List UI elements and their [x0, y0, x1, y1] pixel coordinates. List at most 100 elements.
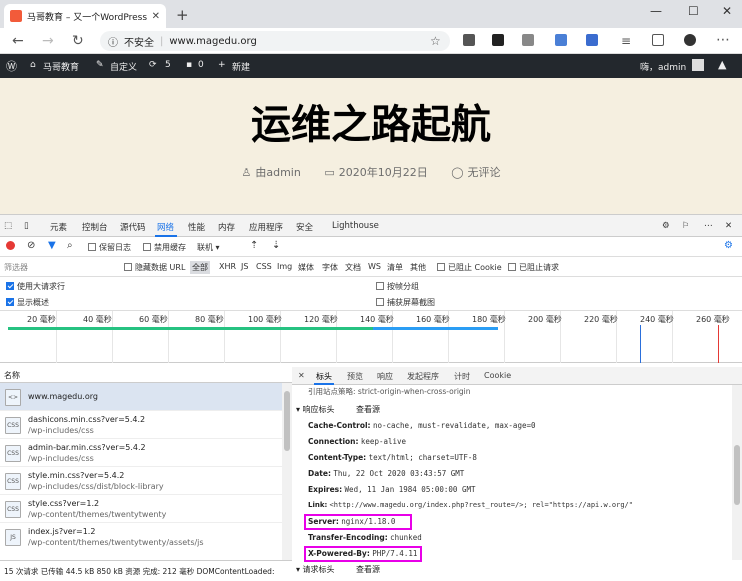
- tab-response[interactable]: 响应: [377, 371, 393, 382]
- request-row[interactable]: CSS admin-bar.min.css?ver=5.4.2 /wp-incl…: [0, 439, 282, 467]
- search-icon[interactable]: ⌕: [67, 240, 73, 251]
- export-har-icon[interactable]: ⇣: [272, 240, 280, 251]
- request-list-scrollbar[interactable]: [282, 383, 292, 560]
- hide-data-url-checkbox[interactable]: 隐藏数据 URL: [124, 262, 185, 273]
- tab-sources[interactable]: 源代码: [120, 221, 146, 233]
- group-by-frame-checkbox[interactable]: 按帧分组: [376, 281, 419, 292]
- preserve-log-checkbox[interactable]: 保留日志: [88, 242, 131, 253]
- network-settings-icon[interactable]: ⚙: [724, 240, 733, 251]
- filter-type-all[interactable]: 全部: [190, 261, 210, 274]
- forward-icon[interactable]: →: [42, 33, 54, 49]
- request-row[interactable]: JS index.js?ver=1.2 /wp-content/themes/t…: [0, 523, 282, 551]
- request-row[interactable]: CSS style.min.css?ver=5.4.2 /wp-includes…: [0, 467, 282, 495]
- reload-icon[interactable]: ↻: [72, 33, 84, 49]
- wordpress-logo-icon[interactable]: Ⓦ: [6, 58, 17, 74]
- profile-avatar[interactable]: [684, 34, 696, 46]
- filter-type-font[interactable]: 字体: [322, 262, 338, 273]
- tab-memory[interactable]: 内存: [218, 221, 235, 233]
- record-icon[interactable]: [6, 241, 15, 250]
- inspect-icon[interactable]: ⬚: [4, 221, 12, 231]
- browser-tab[interactable]: 马哥教育 – 又一个WordPress站点 ✕: [4, 4, 166, 28]
- scrollbar-thumb[interactable]: [284, 391, 290, 451]
- updates-icon[interactable]: ⟳: [149, 60, 157, 70]
- tab-console[interactable]: 控制台: [82, 221, 108, 233]
- request-row[interactable]: <> www.magedu.org: [0, 383, 282, 411]
- tab-headers[interactable]: 标头: [316, 371, 332, 382]
- updates-count[interactable]: 5: [165, 60, 171, 70]
- comments-count[interactable]: 0: [198, 60, 204, 70]
- brush-icon[interactable]: ✎: [96, 60, 104, 70]
- plus-icon[interactable]: +: [218, 60, 226, 70]
- tab-lighthouse[interactable]: Lighthouse: [332, 221, 379, 231]
- tab-application[interactable]: 应用程序: [249, 221, 283, 233]
- view-source-link-2[interactable]: 查看源: [356, 564, 380, 575]
- filter-input[interactable]: 筛选器: [4, 262, 114, 274]
- filter-icon[interactable]: ▼: [48, 240, 56, 251]
- detail-scrollbar[interactable]: [732, 385, 742, 560]
- filter-type-doc[interactable]: 文档: [345, 262, 361, 273]
- throttle-select[interactable]: 联机 ▾: [197, 242, 220, 253]
- comments-meta[interactable]: ◯ 无评论: [451, 166, 500, 179]
- close-detail-icon[interactable]: ✕: [298, 371, 305, 380]
- filter-type-media[interactable]: 媒体: [298, 262, 314, 273]
- feedback-icon[interactable]: ⚐: [682, 221, 690, 231]
- network-overview-timeline[interactable]: 20 毫秒 40 毫秒 60 毫秒 80 毫秒 100 毫秒 120 毫秒 14…: [0, 311, 742, 363]
- view-source-link[interactable]: 查看源: [356, 404, 380, 415]
- maximize-icon[interactable]: ☐: [688, 4, 699, 18]
- tab-cookies[interactable]: Cookie: [484, 371, 511, 380]
- extension-icon[interactable]: [492, 34, 504, 46]
- filter-type-ws[interactable]: WS: [368, 262, 381, 271]
- tab-elements[interactable]: 元素: [50, 221, 67, 233]
- tab-preview[interactable]: 预览: [347, 371, 363, 382]
- info-icon[interactable]: ⓘ: [108, 34, 118, 49]
- tab-timing[interactable]: 计时: [454, 371, 470, 382]
- scrollbar-thumb[interactable]: [734, 445, 740, 505]
- disable-cache-checkbox[interactable]: 禁用缓存: [143, 242, 186, 253]
- extension-icon[interactable]: [463, 34, 475, 46]
- filter-type-css[interactable]: CSS: [256, 262, 272, 271]
- site-name-link[interactable]: 马哥教育: [43, 60, 79, 73]
- home-icon[interactable]: ⌂: [30, 60, 36, 70]
- extension-icon[interactable]: [522, 34, 534, 46]
- capture-screenshots-checkbox[interactable]: 捕获屏幕截图: [376, 297, 435, 308]
- favorite-star-icon[interactable]: ☆: [430, 34, 441, 48]
- list-header[interactable]: 名称: [0, 367, 292, 383]
- settings-gear-icon[interactable]: ⚙: [662, 221, 670, 231]
- blocked-requests-checkbox[interactable]: 已阻止请求: [508, 262, 559, 273]
- tab-performance[interactable]: 性能: [188, 221, 205, 233]
- comments-icon[interactable]: ▪: [186, 60, 192, 70]
- favorites-icon[interactable]: ≡: [621, 34, 631, 48]
- filter-type-img[interactable]: Img: [277, 262, 292, 271]
- close-window-icon[interactable]: ✕: [722, 4, 732, 18]
- more-menu-icon[interactable]: ⋯: [716, 32, 730, 48]
- translate-icon[interactable]: [555, 34, 567, 46]
- filter-type-js[interactable]: JS: [241, 262, 248, 271]
- extension-icon[interactable]: [586, 34, 598, 46]
- large-rows-checkbox[interactable]: 使用大请求行: [6, 281, 65, 292]
- clear-icon[interactable]: ⊘: [27, 240, 35, 251]
- date-meta[interactable]: ▭ 2020年10月22日: [324, 166, 427, 179]
- close-devtools-icon[interactable]: ✕: [725, 221, 732, 231]
- filter-type-xhr[interactable]: XHR: [219, 262, 236, 271]
- post-title[interactable]: 运维之路起航: [0, 92, 742, 150]
- filter-type-other[interactable]: 其他: [410, 262, 426, 273]
- filter-type-manifest[interactable]: 清单: [387, 262, 403, 273]
- show-overview-checkbox[interactable]: 显示概述: [6, 297, 49, 308]
- request-row[interactable]: CSS style.css?ver=1.2 /wp-content/themes…: [0, 495, 282, 523]
- response-headers-section[interactable]: ▾ 响应标头: [296, 404, 335, 415]
- customize-link[interactable]: 自定义: [110, 60, 137, 73]
- greeting-link[interactable]: 嗨，admin: [640, 60, 686, 73]
- new-link[interactable]: 新建: [232, 60, 250, 73]
- user-avatar[interactable]: [692, 59, 704, 71]
- minimize-icon[interactable]: —: [650, 4, 662, 18]
- more-options-icon[interactable]: ⋯: [704, 221, 713, 231]
- back-icon[interactable]: ←: [12, 33, 24, 49]
- close-tab-icon[interactable]: ✕: [152, 11, 160, 22]
- tab-initiator[interactable]: 发起程序: [407, 371, 439, 382]
- scroll-up-icon[interactable]: ▲: [718, 58, 726, 71]
- blocked-cookies-checkbox[interactable]: 已阻止 Cookie: [437, 262, 502, 273]
- collections-icon[interactable]: [652, 34, 664, 46]
- import-har-icon[interactable]: ⇡: [250, 240, 258, 251]
- author-meta[interactable]: ♙ 由admin: [241, 166, 300, 179]
- tab-security[interactable]: 安全: [296, 221, 313, 233]
